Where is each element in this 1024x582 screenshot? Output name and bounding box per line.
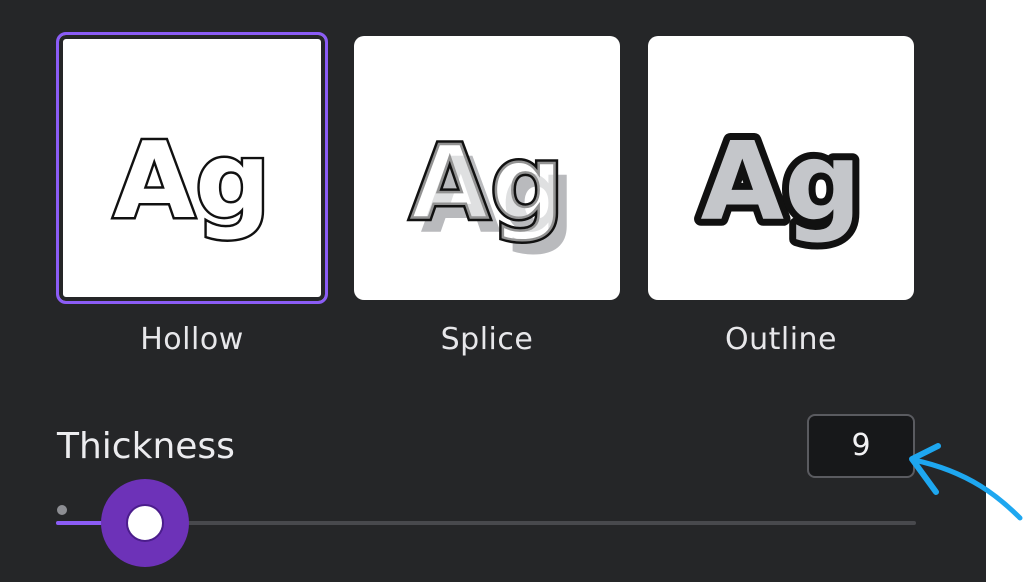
outline-preview-text: Ag <box>701 120 862 245</box>
slider-min-marker <box>57 505 67 515</box>
arrow-head <box>909 443 941 495</box>
arrow-shaft <box>911 457 1023 521</box>
effect-label-outline: Outline <box>724 322 838 357</box>
thickness-value-input[interactable]: 9 <box>807 414 915 478</box>
effect-label-splice: Splice <box>440 322 534 357</box>
arrow-icon <box>909 443 1023 521</box>
splice-preview-text: Ag <box>410 122 565 244</box>
effect-card-outline[interactable]: Ag <box>648 36 914 300</box>
effect-card-hollow[interactable]: Ag <box>56 32 328 304</box>
slider-thumb[interactable] <box>126 504 164 542</box>
thickness-slider[interactable] <box>56 479 918 570</box>
thickness-label: Thickness <box>57 426 235 467</box>
hollow-preview-text: Ag <box>113 119 270 242</box>
effect-label-hollow: Hollow <box>140 322 244 357</box>
hollow-preview: Ag <box>111 116 273 244</box>
splice-preview: Ag Ag <box>407 120 575 258</box>
outline-preview: Ag <box>694 113 869 252</box>
effect-card-splice[interactable]: Ag Ag <box>354 36 620 300</box>
effects-panel: Ag Hollow Ag Ag Splice Ag Outline Thickn… <box>0 0 986 582</box>
